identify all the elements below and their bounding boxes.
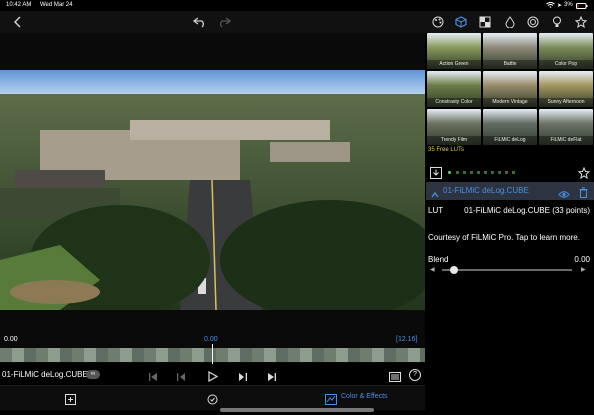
home-indicator [220,408,374,412]
redo-icon[interactable] [216,14,232,30]
wifi-icon [546,2,555,10]
lut-actions-row [426,163,594,181]
lut-tile[interactable]: Modern Vintage [483,71,537,107]
page-dot-active [448,171,451,174]
lut-grid: Action Green Battle Color Pop Constrasty… [426,33,594,145]
playhead[interactable] [212,344,213,364]
slider-track[interactable] [442,269,572,271]
lut-tile[interactable]: Constrasty Color [427,71,481,107]
page-dots [456,171,516,174]
lut-tile[interactable]: FiLMiC deLog [483,109,537,145]
clip-name: 01-FiLMiC deLog.CUBE [2,370,88,379]
lut-tile[interactable]: Battle [483,33,537,69]
selected-lut-bar[interactable]: 01-FiLMiC deLog.CUBE [426,182,594,200]
trash-icon[interactable] [579,185,588,203]
blend-label: Blend [428,255,449,264]
playback-controls: 01-FiLMiC deLog.CUBE ∞ ? [0,366,425,384]
help-icon[interactable]: ? [409,369,421,381]
lut-tile[interactable]: Color Pop [539,33,593,69]
target-icon[interactable] [525,14,541,30]
cube-icon[interactable] [453,14,469,30]
bottom-bar: Color & Effects [0,385,425,410]
slider-thumb[interactable] [450,266,458,274]
blend-value: 0.00 [574,255,590,264]
time-end: [12.16] [396,336,418,343]
time-start: 0.00 [4,336,18,343]
palette-icon[interactable] [430,14,446,30]
color-effects-label[interactable]: Color & Effects [341,393,388,400]
selected-lut-name: 01-FiLMiC deLog.CUBE [443,186,529,195]
battery-percent: 3% [564,2,573,8]
lut-tile[interactable]: Sunny Afternoon [539,71,593,107]
lut-info-row: LUT 01-FiLMiC deLog.CUBE (33 points) [428,206,592,220]
lut-tile[interactable]: Trendy Film [427,109,481,145]
status-time: 10:42 AM [6,2,32,8]
blend-row: Blend 0.00 [428,255,592,265]
battery-icon [576,3,588,11]
video-preview[interactable] [0,70,425,310]
location-icon: ➤ [557,3,563,9]
drop-icon[interactable] [502,14,518,30]
time-current: 0.00 [204,336,218,343]
courtesy-link[interactable]: Courtesy of FiLMiC Pro. Tap to learn mor… [428,233,592,242]
star-icon[interactable] [573,14,589,30]
chevron-left-icon[interactable] [10,14,26,30]
top-toolbar [0,11,594,33]
status-date: Wed Mar 24 [40,2,73,8]
fullscreen-icon[interactable] [65,392,76,410]
status-bar: 10:42 AM Wed Mar 24 ➤ 3% [0,0,594,11]
undo-icon[interactable] [192,14,208,30]
lut-tile[interactable]: FiLMiC deFlat [539,109,593,145]
free-luts-count: 35 Free LUTs [428,147,465,153]
slider-left-arrow-icon[interactable]: ◀ [430,266,435,273]
loop-icon[interactable]: ∞ [86,370,100,379]
light-icon[interactable] [549,14,565,30]
grid-icon[interactable] [477,14,493,30]
chevron-up-icon[interactable] [431,186,439,204]
eye-icon[interactable] [558,186,570,204]
lut-tile[interactable]: Action Green [427,33,481,69]
lut-info-value: 01-FiLMiC deLog.CUBE (33 points) [464,206,590,215]
slider-right-arrow-icon[interactable]: ▶ [581,266,586,273]
lut-info-label: LUT [428,206,444,215]
aerial-scene-image [0,70,425,310]
sync-icon[interactable] [207,392,218,410]
blend-slider[interactable]: ◀ ▶ [428,265,592,275]
